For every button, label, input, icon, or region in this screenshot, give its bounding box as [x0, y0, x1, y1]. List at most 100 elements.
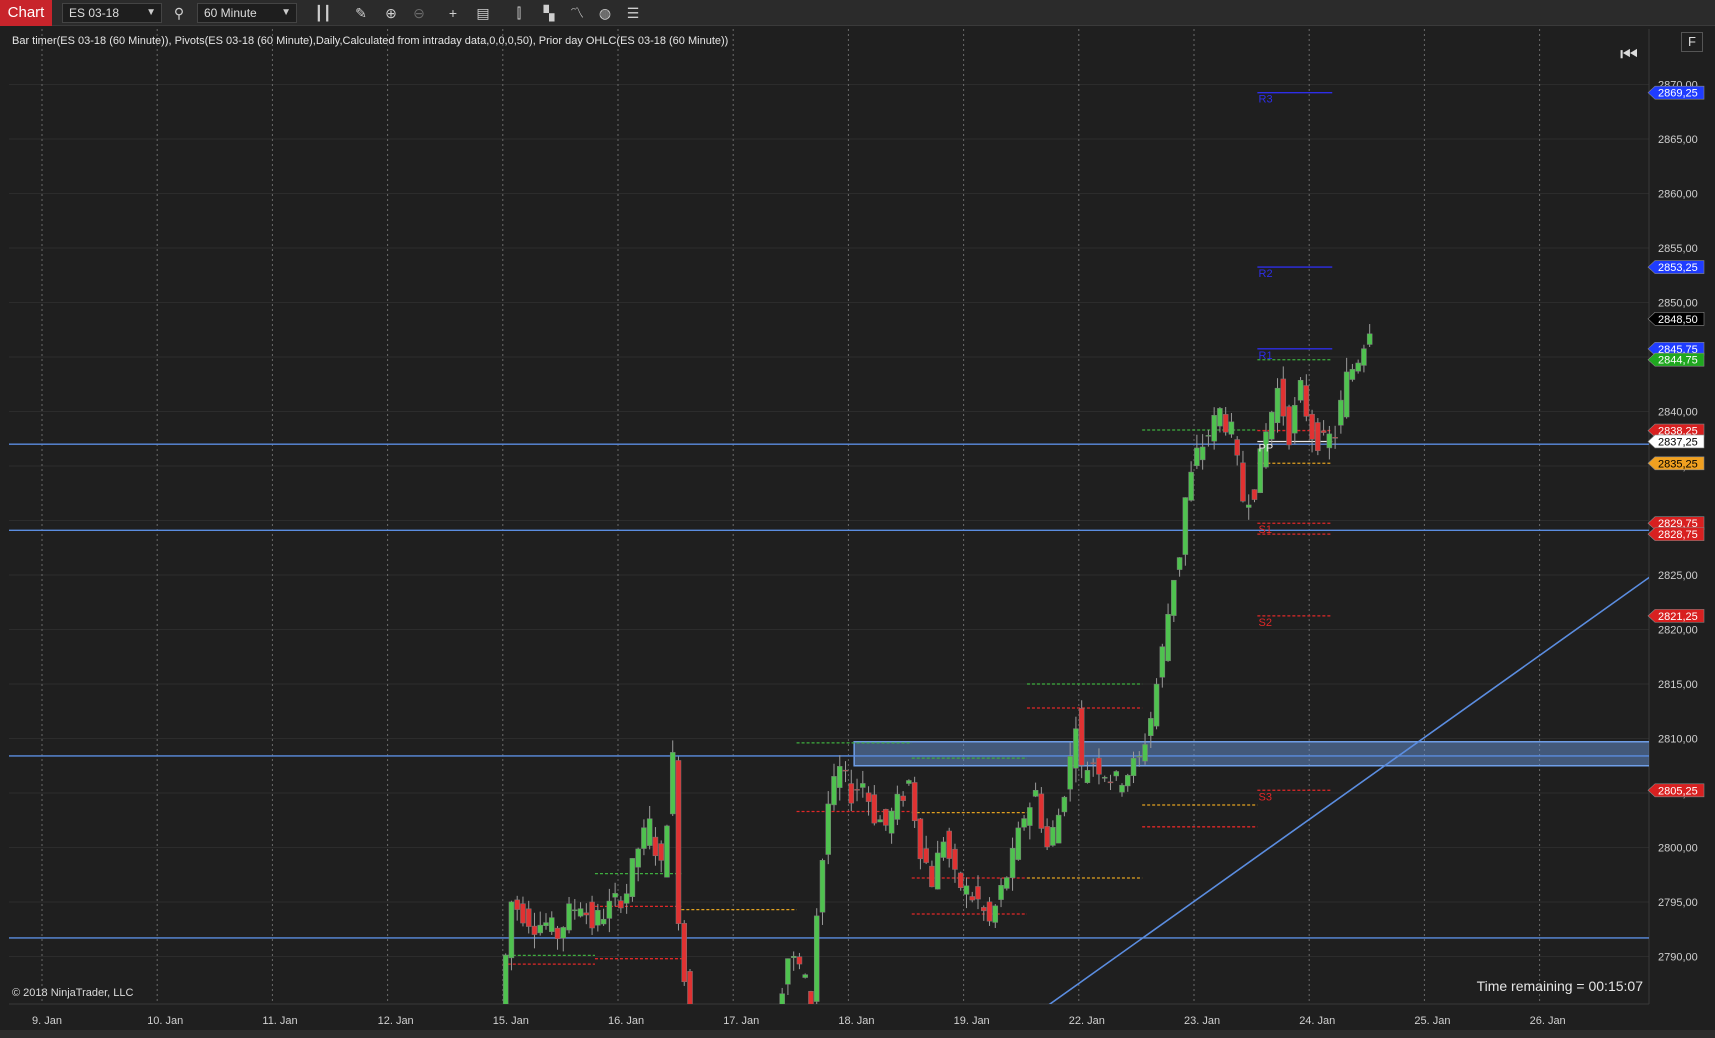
- candle-body: [1101, 777, 1108, 779]
- candle-body: [1061, 796, 1068, 813]
- x-axis-tick-label: 24. Jan: [1299, 1015, 1335, 1027]
- candle-body: [635, 848, 641, 868]
- price-marker-text: 2828,75: [1658, 529, 1698, 541]
- candle-body: [819, 860, 826, 913]
- candle-body: [1188, 471, 1194, 501]
- candle-body: [1038, 793, 1045, 829]
- candle-body: [641, 827, 647, 849]
- price-marker-label: 2828,75: [1647, 527, 1705, 541]
- candle-body: [577, 908, 584, 917]
- candle-body: [1205, 435, 1212, 437]
- y-axis-tick-label: 2795,00: [1658, 897, 1698, 909]
- candle-body: [1251, 489, 1258, 500]
- candle-body: [1165, 614, 1171, 662]
- candle-body: [790, 955, 797, 958]
- candle-body: [664, 825, 670, 878]
- candle-body: [848, 783, 855, 804]
- candle-body: [1130, 757, 1137, 776]
- candle-body: [612, 893, 618, 898]
- candle-body: [1027, 807, 1033, 826]
- candle-body: [992, 905, 999, 923]
- candle-body: [646, 818, 653, 846]
- candle-body: [1050, 827, 1056, 846]
- candle-body: [883, 808, 889, 826]
- pivot-label: S3: [1259, 791, 1272, 803]
- candle-body: [1009, 848, 1016, 878]
- price-marker-label: 2848,50: [1647, 312, 1705, 326]
- x-axis-tick-label: 22. Jan: [1069, 1015, 1105, 1027]
- candle-body: [1055, 814, 1062, 844]
- candle-body: [1148, 718, 1154, 736]
- bar-timer-label: Time remaining = 00:15:07: [1476, 978, 1643, 994]
- candle-body: [825, 803, 831, 855]
- candle-body: [888, 810, 895, 834]
- x-axis-tick-label: 10. Jan: [147, 1015, 183, 1027]
- candle-body: [549, 917, 555, 932]
- price-chart[interactable]: 9. Jan 10. Jan 11. Jan 12. Jan 15. Jan 16. Ja…: [0, 0, 1715, 1038]
- candle-body: [1269, 411, 1275, 440]
- f-button[interactable]: F: [1681, 32, 1703, 52]
- candle-body: [998, 885, 1004, 900]
- candle-body: [1113, 771, 1119, 777]
- candle-body: [1090, 762, 1096, 764]
- candle-body: [865, 792, 872, 802]
- candle-body: [669, 752, 676, 815]
- x-axis-tick-label: 11. Jan: [262, 1015, 297, 1027]
- price-marker-label: 2853,25: [1647, 260, 1705, 274]
- candle-body: [779, 993, 785, 1004]
- x-axis-tick-label: 9. Jan: [32, 1015, 62, 1027]
- candle-body: [923, 848, 929, 863]
- candle-body: [1032, 790, 1039, 797]
- x-axis-tick-label: 16. Jan: [608, 1015, 644, 1027]
- price-marker-label: 2835,25: [1647, 456, 1705, 470]
- y-axis-tick-label: 2825,00: [1658, 570, 1698, 582]
- candle-body: [606, 900, 613, 919]
- candle-body: [1240, 462, 1246, 502]
- candle-body: [796, 956, 803, 965]
- x-axis-tick-label: 19. Jan: [954, 1015, 990, 1027]
- candle-body: [1274, 387, 1281, 424]
- pivot-label: R3: [1259, 94, 1273, 106]
- candle-body: [1349, 369, 1356, 380]
- candle-body: [1228, 421, 1235, 435]
- candle-body: [906, 780, 912, 784]
- candle-body: [981, 907, 987, 912]
- scroll-to-end-icon[interactable]: ⏮: [1620, 44, 1638, 67]
- candle-body: [1355, 362, 1361, 372]
- candle-body: [917, 818, 924, 860]
- candle-body: [842, 769, 849, 772]
- pivot-label: R1: [1259, 350, 1273, 362]
- copyright-label: © 2018 NinjaTrader, LLC: [12, 987, 134, 999]
- candle-body: [1361, 348, 1367, 366]
- candle-body: [1084, 770, 1091, 783]
- candle-body: [934, 852, 941, 890]
- candle-body: [854, 789, 860, 791]
- candle-body: [1136, 755, 1143, 758]
- candle-body: [1142, 744, 1148, 762]
- candle-body: [1326, 433, 1333, 449]
- candle-body: [1182, 497, 1189, 555]
- horizontal-scrollbar[interactable]: [0, 1030, 1715, 1038]
- candle-body: [502, 954, 509, 1004]
- candle-body: [1171, 579, 1177, 616]
- candle-body: [1222, 414, 1229, 433]
- price-marker-text: 2848,50: [1658, 314, 1698, 326]
- price-marker-text: 2837,25: [1658, 436, 1698, 448]
- candle-body: [1303, 385, 1310, 417]
- x-axis-tick-label: 15. Jan: [493, 1015, 529, 1027]
- price-marker-text: 2821,25: [1658, 611, 1698, 623]
- price-marker-text: 2805,25: [1658, 785, 1698, 797]
- candle-body: [1297, 380, 1304, 401]
- y-axis-tick-label: 2865,00: [1658, 134, 1698, 146]
- price-marker-label: 2869,25: [1647, 85, 1705, 100]
- candle-body: [1107, 781, 1114, 784]
- x-axis-tick-label: 26. Jan: [1530, 1015, 1566, 1027]
- y-axis-tick-label: 2815,00: [1658, 679, 1698, 691]
- candle-body: [618, 900, 624, 909]
- candle-body: [1073, 728, 1079, 769]
- candle-body: [1366, 333, 1373, 345]
- candle-body: [687, 971, 693, 1004]
- candle-body: [514, 899, 520, 910]
- y-axis-tick-label: 2860,00: [1658, 189, 1698, 201]
- candle-body: [877, 819, 883, 823]
